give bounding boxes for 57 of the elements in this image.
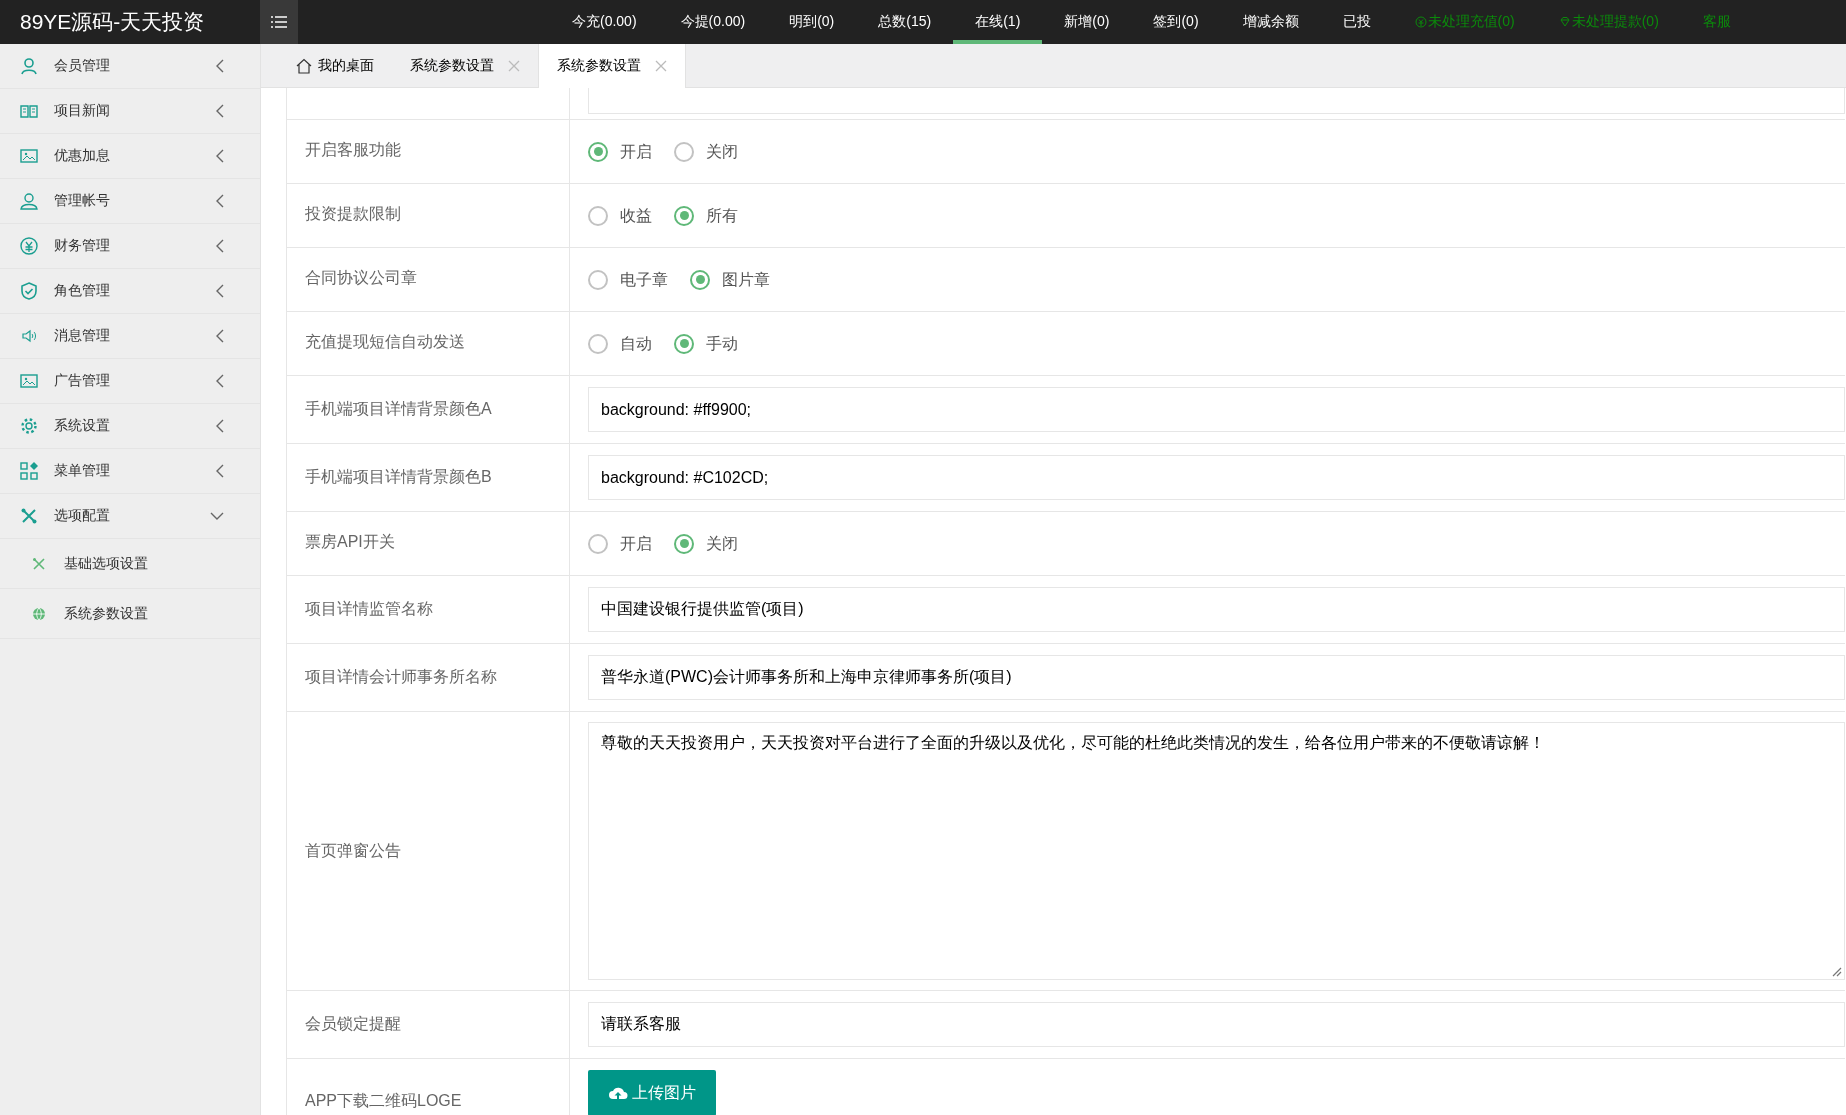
field-label: 票房API开关 <box>305 532 395 552</box>
input-field[interactable]: background: #ff9900; <box>588 387 1845 432</box>
tab[interactable]: 系统参数设置 <box>392 44 538 87</box>
field-label: 手机端项目详情背景颜色B <box>305 467 492 487</box>
sidebar-item[interactable]: 角色管理 <box>0 269 260 314</box>
nav-link[interactable]: 客服 <box>1680 0 1753 44</box>
field-label: 手机端项目详情背景颜色A <box>305 399 492 419</box>
nav-link[interactable]: 今充(0.00) <box>550 0 659 44</box>
radio-option[interactable]: 开启 <box>588 532 652 555</box>
radio-option[interactable]: 自动 <box>588 332 652 355</box>
sidebar-item[interactable]: 广告管理 <box>0 359 260 404</box>
input-field[interactable]: 请联系客服 <box>588 1002 1845 1047</box>
field-label: APP下载二维码LOGE <box>305 1091 462 1111</box>
field-label: 投资提款限制 <box>305 204 401 224</box>
radio-option[interactable]: 收益 <box>588 204 652 227</box>
tab[interactable]: 系统参数设置 <box>538 44 686 88</box>
radio-option[interactable]: 所有 <box>674 204 738 227</box>
app-logo: 89YE源码-天天投资 <box>20 9 206 35</box>
submenu-item[interactable]: 系统参数设置 <box>0 589 260 639</box>
sidebar-item[interactable]: 消息管理 <box>0 314 260 359</box>
nav-link[interactable]: 新增(0) <box>1042 0 1132 44</box>
radio-option[interactable]: 关闭 <box>674 140 738 163</box>
sidebar-item[interactable]: 会员管理 <box>0 44 260 89</box>
tab[interactable]: 我的桌面 <box>278 44 392 87</box>
sidebar-item[interactable]: 系统设置 <box>0 404 260 449</box>
input-field[interactable]: background: #C102CD; <box>588 455 1845 500</box>
nav-link[interactable]: 未处理提款(0) <box>1536 0 1681 44</box>
radio-option[interactable]: 手动 <box>674 332 738 355</box>
nav-link[interactable]: 已投 <box>1320 0 1393 44</box>
nav-link[interactable]: 增减余额 <box>1220 0 1321 44</box>
input-field[interactable]: 中国建设银行提供监管(项目) <box>588 587 1845 632</box>
field-label: 合同协议公司章 <box>305 268 417 288</box>
sidebar-item[interactable]: 优惠加息 <box>0 134 260 179</box>
radio-option[interactable]: 图片章 <box>690 268 770 291</box>
radio-option[interactable]: 电子章 <box>588 268 668 291</box>
nav-link[interactable]: 明到(0) <box>767 0 857 44</box>
radio-option[interactable]: 开启 <box>588 140 652 163</box>
field-label: 项目详情监管名称 <box>305 599 433 619</box>
submenu-item[interactable]: 基础选项设置 <box>0 539 260 589</box>
sidebar-item[interactable]: 管理帐号 <box>0 179 260 224</box>
sidebar-item[interactable]: 财务管理 <box>0 224 260 269</box>
input-field[interactable]: 普华永道(PWC)会计师事务所和上海申京律师事务所(项目) <box>588 655 1845 700</box>
sidebar-item[interactable]: 选项配置 <box>0 494 260 539</box>
nav-link[interactable]: 未处理充值(0) <box>1392 0 1537 44</box>
sidebar-item[interactable]: 菜单管理 <box>0 449 260 494</box>
field-label: 首页弹窗公告 <box>305 840 401 861</box>
textarea-field[interactable]: 尊敬的天天投资用户，天天投资对平台进行了全面的升级以及优化，尽可能的杜绝此类情况的发生，给各位用户带来的不便敬请谅解！ <box>588 722 1845 980</box>
nav-link[interactable]: 签到(0) <box>1131 0 1221 44</box>
field-label: 开启客服功能 <box>305 140 401 160</box>
field-label: 会员锁定提醒 <box>305 1014 401 1034</box>
field-label: 项目详情会计师事务所名称 <box>305 667 497 687</box>
nav-link[interactable]: 总数(15) <box>856 0 954 44</box>
field-label: 充值提现短信自动发送 <box>305 332 465 352</box>
sidebar-item[interactable]: 项目新闻 <box>0 89 260 134</box>
nav-link[interactable]: 今提(0.00) <box>658 0 768 44</box>
upload-button[interactable]: 上传图片 <box>588 1070 716 1115</box>
radio-option[interactable]: 关闭 <box>674 532 738 555</box>
